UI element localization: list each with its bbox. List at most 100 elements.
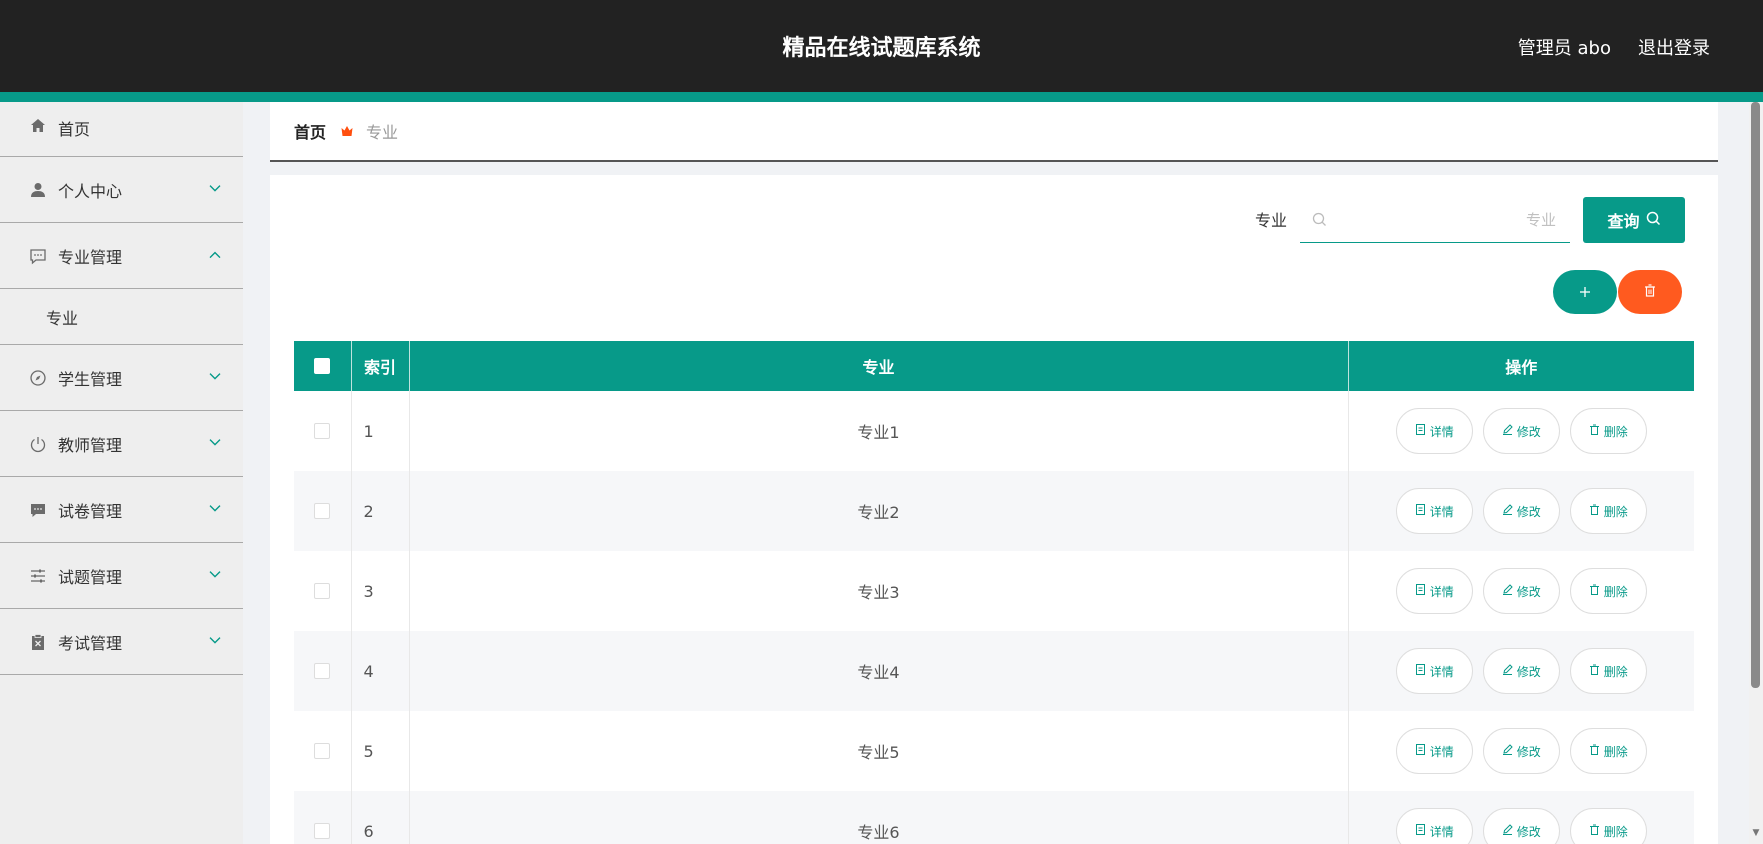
detail-button[interactable]: 详情	[1395, 408, 1473, 454]
edit-button[interactable]: 修改	[1482, 488, 1560, 534]
row-major-name: 专业5	[409, 711, 1349, 791]
edit-label: 修改	[1516, 824, 1541, 839]
trash-icon	[1589, 824, 1600, 838]
document-icon	[1415, 824, 1426, 838]
table-row: 2 专业2 详情 修改 删除	[294, 471, 1694, 551]
user-icon	[28, 180, 48, 200]
document-icon	[1415, 744, 1426, 758]
sidebar-item-major-management[interactable]: 专业管理	[0, 223, 243, 289]
delete-label: 删除	[1603, 504, 1628, 519]
chevron-down-icon	[209, 633, 221, 647]
detail-button[interactable]: 详情	[1395, 728, 1473, 774]
row-actions: 详情 修改 删除	[1348, 631, 1694, 711]
breadcrumb-home[interactable]: 首页	[294, 119, 326, 143]
column-header-name: 专业	[409, 341, 1349, 391]
query-button[interactable]: 查询	[1583, 197, 1685, 243]
row-checkbox[interactable]	[314, 503, 331, 519]
table-row: 3 专业3 详情 修改 删除	[294, 551, 1694, 631]
breadcrumb: 首页 专业	[270, 102, 1718, 162]
logout-link[interactable]: 退出登录	[1638, 34, 1710, 60]
pencil-icon	[1502, 664, 1513, 678]
plus-icon	[1579, 282, 1591, 303]
edit-button[interactable]: 修改	[1482, 408, 1560, 454]
pencil-icon	[1502, 824, 1513, 838]
edit-button[interactable]: 修改	[1482, 728, 1560, 774]
app-title: 精品在线试题库系统	[782, 36, 981, 61]
row-select-cell	[294, 551, 352, 631]
row-checkbox[interactable]	[314, 743, 331, 759]
edit-label: 修改	[1516, 504, 1541, 519]
row-select-cell	[294, 711, 352, 791]
row-select-cell	[294, 631, 352, 711]
edit-button[interactable]: 修改	[1482, 808, 1560, 844]
column-header-actions: 操作	[1505, 358, 1538, 377]
trash-icon	[1589, 664, 1600, 678]
detail-label: 详情	[1429, 504, 1454, 519]
chat-icon	[28, 246, 48, 266]
home-icon	[28, 116, 48, 136]
sidebar-item-personal-center[interactable]: 个人中心	[0, 157, 243, 223]
row-index: 3	[351, 551, 410, 631]
sliders-icon	[28, 566, 48, 586]
add-button[interactable]	[1553, 270, 1617, 314]
batch-delete-button[interactable]	[1618, 270, 1682, 314]
row-select-cell	[294, 391, 352, 471]
row-select-cell	[294, 471, 352, 551]
detail-button[interactable]: 详情	[1395, 488, 1473, 534]
sidebar-item-home[interactable]: 首页	[0, 102, 243, 157]
sidebar-item-exam-management[interactable]: 考试管理	[0, 609, 243, 675]
scroll-down-arrow-icon[interactable]: ▼	[1751, 828, 1761, 840]
detail-label: 详情	[1429, 424, 1454, 439]
search-field[interactable]	[1300, 197, 1570, 243]
sidebar-item-question-management[interactable]: 试题管理	[0, 543, 243, 609]
row-actions: 详情 修改 删除	[1348, 711, 1694, 791]
row-index: 2	[351, 471, 410, 551]
sidebar-item-label: 学生管理	[58, 369, 123, 389]
main-panel: 专业 查询 索引 专业	[270, 175, 1718, 844]
row-select-cell	[294, 791, 352, 844]
detail-button[interactable]: 详情	[1395, 648, 1473, 694]
search-label: 专业	[1255, 211, 1288, 230]
document-icon	[1415, 664, 1426, 678]
row-actions: 详情 修改 删除	[1348, 391, 1694, 471]
sidebar-item-label: 首页	[58, 120, 91, 139]
detail-label: 详情	[1429, 584, 1454, 599]
delete-label: 删除	[1603, 424, 1628, 439]
search-input[interactable]	[1327, 210, 1570, 229]
row-checkbox[interactable]	[314, 583, 331, 599]
delete-button[interactable]: 删除	[1569, 808, 1647, 844]
clipboard-icon	[28, 632, 48, 652]
row-major-name: 专业6	[409, 791, 1349, 844]
detail-button[interactable]: 详情	[1395, 808, 1473, 844]
row-actions: 详情 修改 删除	[1348, 471, 1694, 551]
select-all-cell	[294, 341, 352, 391]
edit-button[interactable]: 修改	[1482, 648, 1560, 694]
row-major-name: 专业2	[409, 471, 1349, 551]
delete-button[interactable]: 删除	[1569, 408, 1647, 454]
row-checkbox[interactable]	[314, 823, 331, 839]
chevron-down-icon	[209, 435, 221, 449]
sidebar-item-label: 教师管理	[58, 435, 123, 455]
delete-button[interactable]: 删除	[1569, 488, 1647, 534]
data-table: 索引 专业 操作 1 专业1 详情 修改 删除 2 专业2 详情 修改 删除 3 专业3 详情 修改 删除 4…	[294, 341, 1694, 844]
row-checkbox[interactable]	[314, 423, 331, 439]
scrollbar-thumb[interactable]	[1751, 102, 1760, 688]
sidebar-item-paper-management[interactable]: 试卷管理	[0, 477, 243, 543]
row-major-name: 专业1	[409, 391, 1349, 471]
sidebar-item-teacher-management[interactable]: 教师管理	[0, 411, 243, 477]
edit-button[interactable]: 修改	[1482, 568, 1560, 614]
delete-button[interactable]: 删除	[1569, 728, 1647, 774]
delete-button[interactable]: 删除	[1569, 648, 1647, 694]
detail-button[interactable]: 详情	[1395, 568, 1473, 614]
power-icon	[28, 434, 48, 454]
row-checkbox[interactable]	[314, 663, 331, 679]
sidebar-subitem-major[interactable]: 专业	[0, 289, 243, 345]
crown-icon	[340, 124, 354, 138]
select-all-checkbox[interactable]	[314, 358, 331, 374]
row-index: 4	[351, 631, 410, 711]
pencil-icon	[1502, 584, 1513, 598]
delete-button[interactable]: 删除	[1569, 568, 1647, 614]
chevron-down-icon	[209, 501, 221, 515]
trash-icon	[1589, 504, 1600, 518]
sidebar-item-student-management[interactable]: 学生管理	[0, 345, 243, 411]
